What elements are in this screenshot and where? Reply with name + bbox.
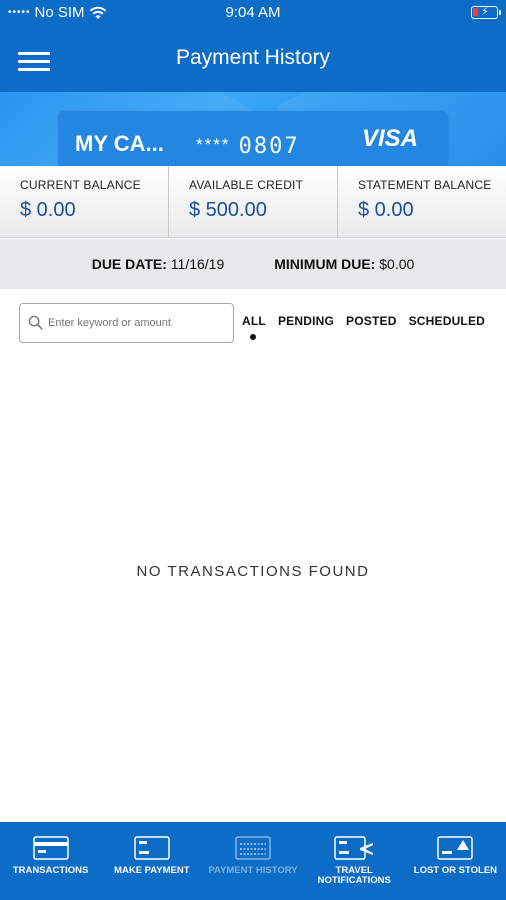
balance-value: $ 500.00 bbox=[189, 199, 267, 221]
search-icon bbox=[28, 315, 43, 330]
balance-label: STATEMENT BALANCE bbox=[358, 178, 492, 192]
due-date-value: 11/16/19 bbox=[170, 256, 225, 272]
balance-label: CURRENT BALANCE bbox=[20, 178, 141, 192]
nav-make-payment[interactable]: MAKE PAYMENT bbox=[101, 822, 202, 900]
statement-balance: STATEMENT BALANCE $ 0.00 bbox=[337, 166, 506, 237]
balance-label: AVAILABLE CREDIT bbox=[189, 178, 304, 192]
balance-value: $ 0.00 bbox=[358, 199, 414, 221]
search-input[interactable] bbox=[48, 312, 228, 334]
tab-pending[interactable]: PENDING bbox=[278, 314, 334, 328]
due-date: DUE DATE: 11/16/19 bbox=[92, 256, 225, 272]
bottom-nav: TRANSACTIONS MAKE PAYMENT PAYMENT HISTOR… bbox=[0, 822, 506, 900]
available-credit: AVAILABLE CREDIT $ 500.00 bbox=[168, 166, 337, 237]
card-mask: **** bbox=[196, 135, 231, 154]
nav-travel-notifications[interactable]: TRAVEL NOTIFICATIONS bbox=[304, 822, 405, 900]
nav-label: TRAVEL NOTIFICATIONS bbox=[317, 865, 391, 886]
due-date-label: DUE DATE: bbox=[91, 256, 167, 272]
card-name: MY CA... bbox=[75, 131, 164, 156]
nav-label: MAKE PAYMENT bbox=[114, 865, 190, 876]
balance-value: $ 0.00 bbox=[20, 199, 76, 221]
due-row: DUE DATE: 11/16/19 MINIMUM DUE: $0.00 bbox=[0, 239, 506, 289]
nav-label: PAYMENT HISTORY bbox=[208, 865, 298, 876]
minimum-due: MINIMUM DUE: $0.00 bbox=[274, 256, 414, 272]
card-alert-icon bbox=[437, 836, 474, 860]
minimum-due-value: $0.00 bbox=[379, 256, 415, 272]
card-icon bbox=[32, 836, 69, 860]
card-banner: MY CA... **** 0807 VISA bbox=[0, 92, 506, 166]
filter-tabs: ALL PENDING POSTED SCHEDULED bbox=[242, 314, 485, 340]
card-plane-icon bbox=[334, 836, 374, 860]
nav-label: LOST OR STOLEN bbox=[413, 865, 498, 876]
tab-all[interactable]: ALL bbox=[242, 314, 266, 340]
status-time: 9:04 AM bbox=[225, 4, 281, 21]
battery-icon: ⚡ bbox=[471, 6, 501, 19]
current-balance: CURRENT BALANCE $ 0.00 bbox=[0, 166, 168, 237]
nav-transactions[interactable]: TRANSACTIONS bbox=[0, 822, 101, 900]
empty-state-message: NO TRANSACTIONS FOUND bbox=[136, 563, 370, 580]
minimum-due-label: MINIMUM DUE: bbox=[274, 256, 376, 272]
nav-lost-or-stolen[interactable]: LOST OR STOLEN bbox=[405, 822, 506, 900]
nav-label: TRANSACTIONS bbox=[12, 865, 89, 876]
card-icon bbox=[134, 836, 170, 860]
visa-logo: VISA bbox=[361, 125, 418, 152]
page-title: Payment History bbox=[175, 46, 331, 69]
card-summary[interactable]: MY CA... **** 0807 VISA bbox=[58, 111, 448, 166]
tab-posted[interactable]: POSTED bbox=[346, 314, 397, 328]
card-number: **** 0807 bbox=[196, 133, 300, 159]
card-icon bbox=[235, 836, 271, 860]
status-bar: ••••• No SIM 9:04 AM ⚡ bbox=[0, 0, 506, 26]
tab-scheduled[interactable]: SCHEDULED bbox=[409, 314, 485, 328]
app-header: ••••• No SIM 9:04 AM ⚡ Payment History bbox=[0, 0, 506, 92]
balances-row: CURRENT BALANCE $ 0.00 AVAILABLE CREDIT … bbox=[0, 166, 506, 238]
nav-payment-history[interactable]: PAYMENT HISTORY bbox=[202, 822, 303, 900]
card-last4: 0807 bbox=[238, 134, 300, 159]
search-box[interactable] bbox=[19, 303, 234, 343]
